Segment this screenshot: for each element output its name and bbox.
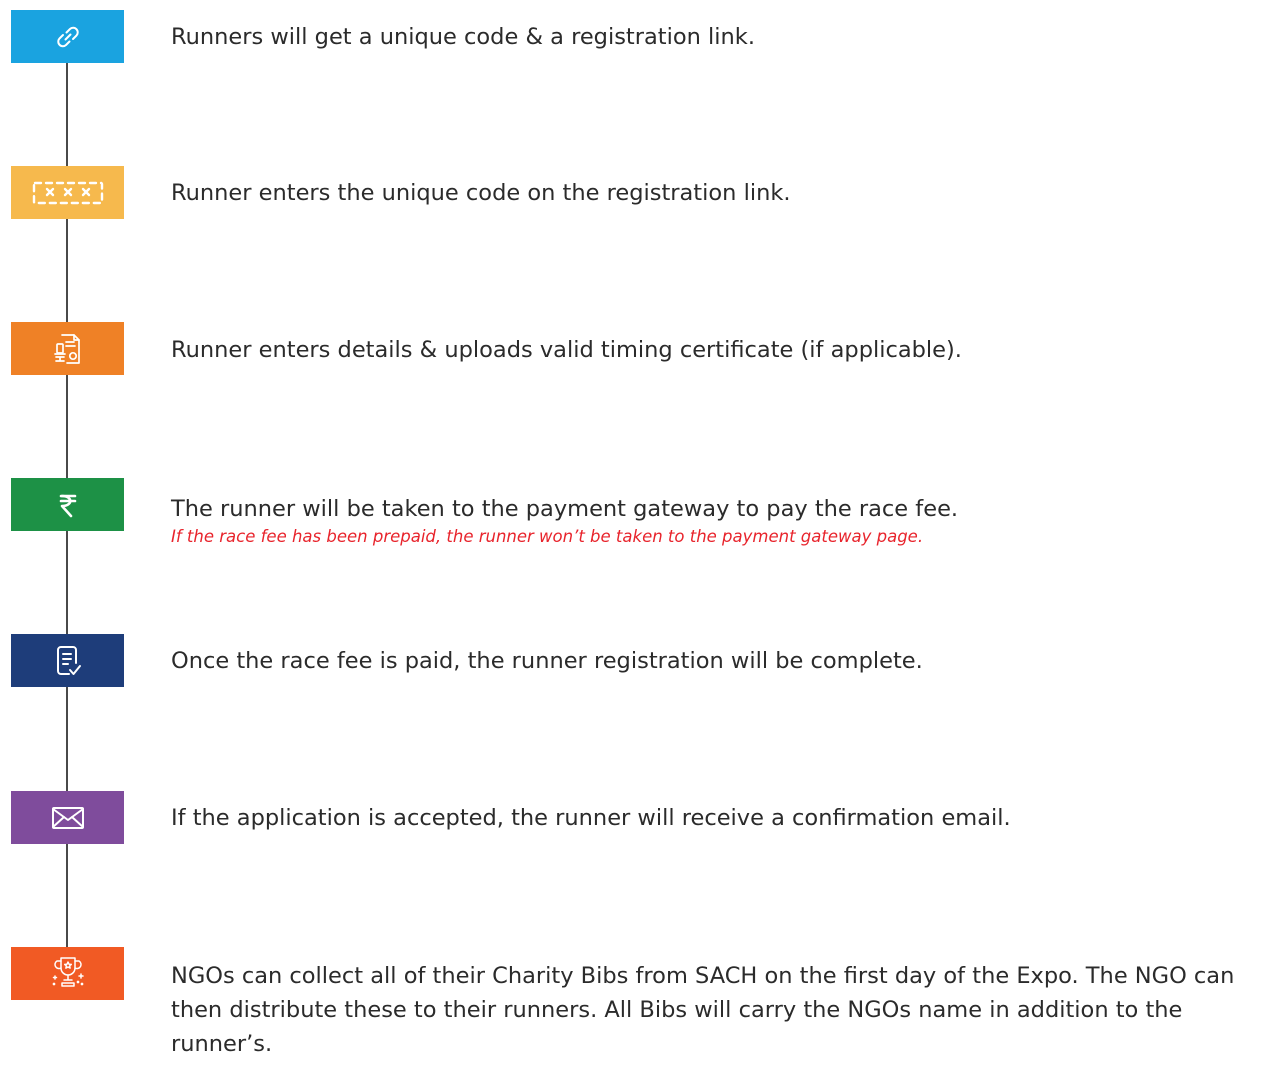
envelope-icon — [51, 806, 84, 829]
step-text: Runners will get a unique code & a regis… — [171, 20, 1271, 54]
rupee-icon — [59, 494, 76, 517]
step-note: If the race fee has been prepaid, the ru… — [171, 527, 924, 546]
step-label: Once the race fee is paid, the runner re… — [171, 648, 923, 674]
step-badge — [11, 322, 124, 375]
step-label: Runners will get a unique code & a regis… — [171, 24, 755, 50]
step-text: NGOs can collect all of their Charity Bi… — [171, 959, 1271, 1061]
step-badge — [11, 10, 124, 63]
step-text: Runner enters the unique code on the reg… — [171, 176, 1271, 210]
step-label: Runner enters details & uploads valid ti… — [171, 337, 962, 363]
step-text: The runner will be taken to the payment … — [171, 492, 1271, 548]
step-text: Runner enters details & uploads valid ti… — [171, 333, 1271, 367]
code-icon — [32, 181, 103, 204]
step-label: NGOs can collect all of their Charity Bi… — [171, 963, 1235, 1057]
step-badge — [11, 166, 124, 219]
step-label: If the application is accepted, the runn… — [171, 805, 1011, 831]
step-text: Once the race fee is paid, the runner re… — [171, 644, 1271, 678]
checklist-icon — [56, 645, 81, 675]
step-label: The runner will be taken to the payment … — [171, 496, 959, 522]
step-badge — [11, 634, 124, 687]
step-badge — [11, 947, 124, 1000]
link-icon — [56, 26, 79, 47]
trophy-icon — [52, 956, 84, 987]
step-label: Runner enters the unique code on the reg… — [171, 180, 791, 206]
step-badge — [11, 791, 124, 844]
step-badge — [11, 478, 124, 531]
step-text: If the application is accepted, the runn… — [171, 801, 1271, 835]
certificate-icon — [53, 333, 80, 364]
